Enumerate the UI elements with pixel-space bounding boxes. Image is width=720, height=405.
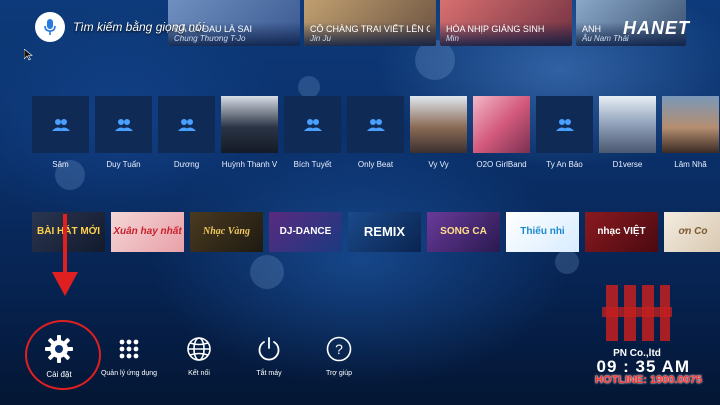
artist-item[interactable]: Sâm <box>32 96 89 169</box>
playlist-label: SONG CA <box>440 225 487 237</box>
bokeh-light <box>250 255 284 289</box>
playlist-tile[interactable]: ơn Co <box>664 212 720 252</box>
artist-item[interactable]: Ty An Bảo <box>536 96 593 169</box>
artist-name: Bích Tuyết <box>293 160 332 169</box>
power-icon <box>254 334 284 364</box>
apps-label: Quản lý ứng dụng <box>100 370 158 377</box>
artist-item[interactable]: D1verse <box>599 96 656 169</box>
artist-photo <box>410 96 467 153</box>
playlist-label: Thiếu nhi <box>520 225 565 237</box>
playlist-tile[interactable]: REMIX <box>348 212 421 252</box>
song-title: HÒA NHỊP GIÁNG SINH <box>446 24 545 34</box>
artist-row: Sâm Duy Tuấn Dương Huỳnh Thanh V Bích Tu… <box>32 96 719 169</box>
artist-name: D1verse <box>612 160 643 169</box>
artist-name: Only Beat <box>357 160 394 169</box>
playlist-tile[interactable]: SONG CA <box>427 212 500 252</box>
artist-item[interactable]: Vy Vy <box>410 96 467 169</box>
artist-photo <box>662 96 719 153</box>
red-arrow-icon <box>52 214 78 296</box>
artist-item[interactable]: Lâm Nhã <box>662 96 719 169</box>
voice-search-label: Tìm kiếm bằng giọng nói <box>73 20 205 34</box>
network-button[interactable]: Kết nối <box>170 334 228 379</box>
playlist-row: BÀI HÁT MỚI Xuân hay nhất Nhạc Vàng DJ-D… <box>32 212 720 252</box>
artist-name: Ty An Bảo <box>546 160 583 169</box>
playlist-tile[interactable]: Xuân hay nhất <box>111 212 184 252</box>
bokeh-light <box>298 76 320 98</box>
artist-name: Sâm <box>52 160 69 169</box>
song-artist: Jin Ju <box>310 34 331 43</box>
bokeh-light <box>555 250 579 274</box>
artist-item[interactable]: Duy Tuấn <box>95 96 152 169</box>
artist-photo <box>599 96 656 153</box>
help-label: Trợ giúp <box>325 370 353 377</box>
settings-label: Cài đặt <box>46 370 72 379</box>
playlist-tile[interactable]: Nhạc Vàng <box>190 212 263 252</box>
artist-name: Huỳnh Thanh V <box>221 160 278 169</box>
playlist-tile[interactable]: nhạc VIỆT <box>585 212 658 252</box>
company-watermark: PN Co.,ltd <box>582 285 692 359</box>
gear-icon <box>44 334 74 364</box>
artist-item[interactable]: Bích Tuyết <box>284 96 341 169</box>
hotline-text: HOTLINE: 1900.0075 <box>595 374 702 386</box>
apps-button[interactable]: Quản lý ứng dụng <box>100 334 158 379</box>
artist-photo <box>473 96 530 153</box>
help-button[interactable]: ? Trợ giúp <box>310 334 368 379</box>
settings-button[interactable]: Cài đặt <box>30 334 88 379</box>
artist-name: Vy Vy <box>428 160 449 169</box>
power-label: Tắt máy <box>256 370 282 377</box>
network-label: Kết nối <box>188 370 210 377</box>
playlist-tile[interactable]: Thiếu nhi <box>506 212 579 252</box>
artist-photo <box>221 96 278 153</box>
playlist-label: nhạc VIỆT <box>597 225 646 237</box>
song-card[interactable]: HÒA NHỊP GIÁNG SINH Min <box>440 0 572 46</box>
microphone-icon <box>35 12 65 42</box>
playlist-label: ơn Co <box>678 225 708 237</box>
bottom-menu: Cài đặt Quản lý ứng dụng Kết nối Tắt máy… <box>30 334 368 379</box>
song-artist: Min <box>446 34 459 43</box>
playlist-label: DJ-DANCE <box>279 225 332 237</box>
artist-item[interactable]: O2O GirlBand <box>473 96 530 169</box>
playlist-tile[interactable]: DJ-DANCE <box>269 212 342 252</box>
svg-text:?: ? <box>335 341 343 357</box>
artist-name: Duy Tuấn <box>106 160 141 169</box>
playlist-label: Nhạc Vàng <box>203 225 250 237</box>
playlist-label: Xuân hay nhất <box>113 225 182 237</box>
song-title: CÔ CHÀNG TRAI VIẾT LÊN CÂY <box>310 24 430 34</box>
artist-name: Lâm Nhã <box>674 160 707 169</box>
power-button[interactable]: Tắt máy <box>240 334 298 379</box>
artist-item[interactable]: Huỳnh Thanh V <box>221 96 278 169</box>
playlist-label: REMIX <box>363 224 406 240</box>
user-group-icon <box>536 96 593 153</box>
user-group-icon <box>95 96 152 153</box>
user-group-icon <box>32 96 89 153</box>
artist-item[interactable]: Dương <box>158 96 215 169</box>
grid-icon <box>114 334 144 364</box>
user-group-icon <box>158 96 215 153</box>
globe-icon <box>184 334 214 364</box>
mouse-cursor-icon <box>23 48 33 66</box>
user-group-icon <box>284 96 341 153</box>
song-strip: ĐÃ LÀ ĐAU LÀ SAI Chung Thương T-Jo CÔ CH… <box>168 0 686 46</box>
artist-item[interactable]: Only Beat <box>347 96 404 169</box>
brand-logo: HANET <box>623 18 690 38</box>
artist-name: O2O GirlBand <box>476 160 527 169</box>
user-group-icon <box>347 96 404 153</box>
voice-search-button[interactable]: Tìm kiếm bằng giọng nói <box>35 12 204 42</box>
song-card[interactable]: CÔ CHÀNG TRAI VIẾT LÊN CÂY Jin Ju <box>304 0 436 46</box>
company-logo-icon <box>602 285 672 341</box>
bokeh-light <box>415 40 455 80</box>
artist-name: Dương <box>173 160 200 169</box>
question-icon: ? <box>324 334 354 364</box>
